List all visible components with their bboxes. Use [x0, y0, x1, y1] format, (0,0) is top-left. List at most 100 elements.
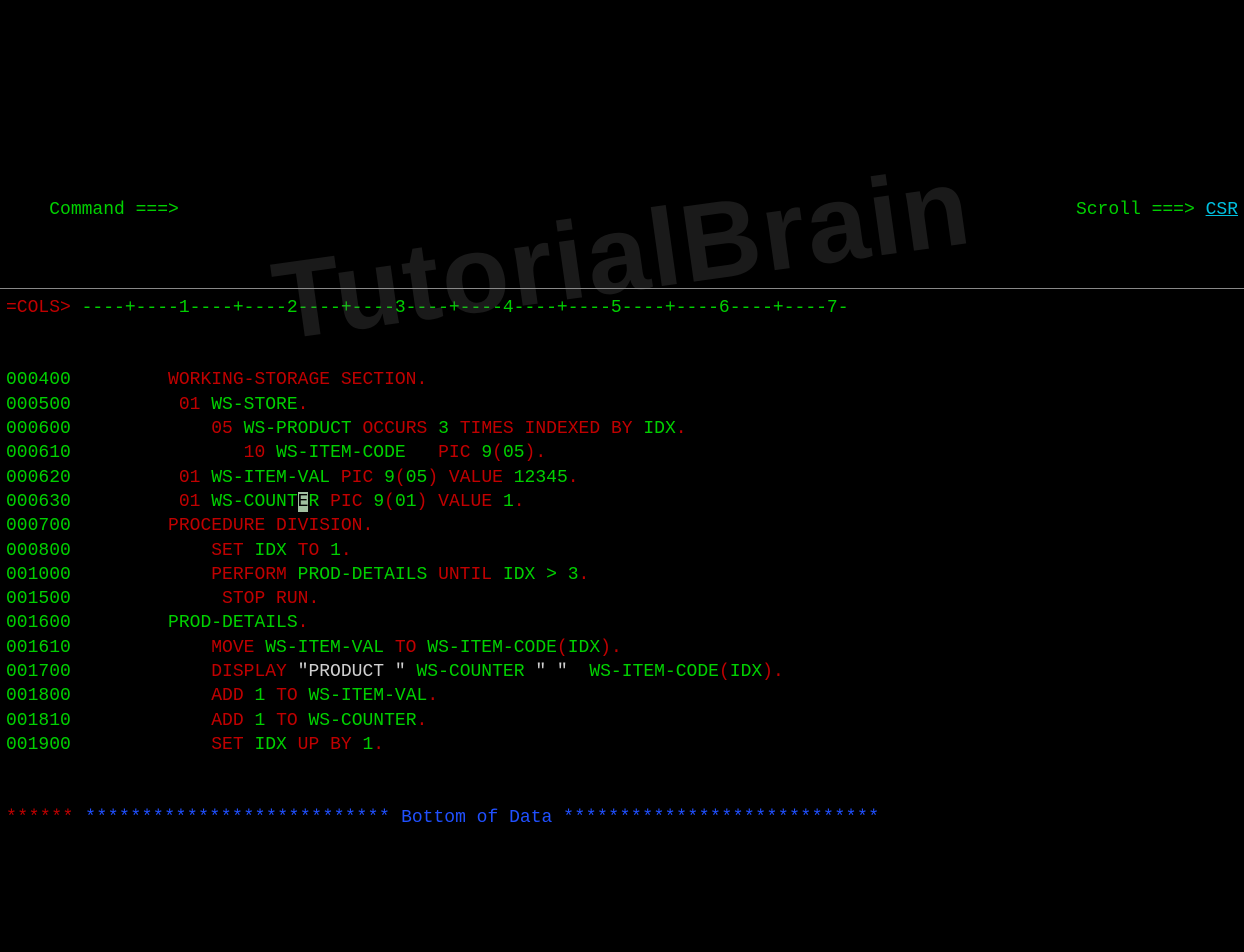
code-line[interactable]: 001610 MOVE WS-ITEM-VAL TO WS-ITEM-CODE(… [6, 636, 1238, 660]
line-number[interactable]: 001500 [6, 589, 71, 609]
code-token: 01 [92, 395, 211, 415]
command-label: Command ===> [49, 200, 179, 220]
stars-left: *************************** [74, 808, 390, 828]
code-token: . [568, 468, 579, 488]
scroll-value[interactable]: CSR [1206, 200, 1238, 220]
code-line[interactable]: 000620 01 WS-ITEM-VAL PIC 9(05) VALUE 12… [6, 466, 1238, 490]
line-number[interactable]: 001900 [6, 735, 71, 755]
code-token: 1 [254, 686, 265, 706]
code-token: TO [265, 686, 308, 706]
line-number[interactable]: 000600 [6, 419, 71, 439]
code-token: TO [384, 638, 427, 658]
code-token: UNTIL [427, 565, 503, 585]
code-token: WS-ITEM-CODE [568, 662, 719, 682]
code-token: 1 [330, 541, 341, 561]
code-line[interactable]: 000800 SET IDX TO 1. [6, 539, 1238, 563]
cols-ruler: ----+----1----+----2----+----3----+----4… [71, 298, 849, 318]
code-line[interactable]: 001500 STOP RUN. [6, 587, 1238, 611]
code-token: " " [535, 662, 567, 682]
code-token: WS-ITEM-CODE [427, 638, 557, 658]
code-token: SET [92, 735, 254, 755]
code-token: ADD [92, 711, 254, 731]
line-number[interactable]: 000610 [6, 443, 71, 463]
code-token: 01 [92, 468, 211, 488]
code-token: IDX [254, 541, 286, 561]
code-line[interactable]: 000630 01 WS-COUNTER PIC 9(01) VALUE 1. [6, 490, 1238, 514]
line-number[interactable]: 001800 [6, 686, 71, 706]
code-token: . [514, 492, 525, 512]
code-token: 05 [503, 443, 525, 463]
line-number[interactable]: 001000 [6, 565, 71, 585]
code-token: WS-ITEM-VAL [211, 468, 330, 488]
code-token: SET [92, 541, 254, 561]
code-token: WS-ITEM-VAL [265, 638, 384, 658]
line-number[interactable]: 000630 [6, 492, 71, 512]
code-token: . [341, 541, 352, 561]
code-token: 9 [373, 492, 384, 512]
line-number[interactable]: 000620 [6, 468, 71, 488]
code-line[interactable]: 001810 ADD 1 TO WS-COUNTER. [6, 709, 1238, 733]
line-number[interactable]: 000800 [6, 541, 71, 561]
line-number[interactable]: 000500 [6, 395, 71, 415]
code-token: PIC [406, 443, 482, 463]
code-line[interactable]: 001600 PROD-DETAILS. [6, 611, 1238, 635]
code-token: 9 [481, 443, 492, 463]
code-token: . [676, 419, 687, 439]
watermark-text: TutorialBrain [264, 132, 980, 377]
code-line[interactable]: 001700 DISPLAY "PRODUCT " WS-COUNTER " "… [6, 660, 1238, 684]
code-token: UP BY [287, 735, 363, 755]
code-token: WS-COUNT [211, 492, 297, 512]
code-token: 05 [406, 468, 428, 488]
code-token: IDX [254, 735, 286, 755]
line-number[interactable]: 000400 [6, 370, 71, 390]
code-token: ) VALUE [417, 492, 503, 512]
code-token: WS-STORE [211, 395, 297, 415]
code-token: "PRODUCT " [298, 662, 406, 682]
code-line[interactable]: 000700 PROCEDURE DIVISION. [6, 514, 1238, 538]
line-number[interactable]: 001700 [6, 662, 71, 682]
code-token: . [298, 613, 309, 633]
code-line[interactable]: 000400 WORKING-STORAGE SECTION. [6, 368, 1238, 392]
code-token: STOP RUN. [92, 589, 319, 609]
code-token: PROCEDURE DIVISION. [92, 516, 373, 536]
scroll-label: Scroll ===> [1076, 200, 1195, 220]
cols-ruler-row: =COLS> ----+----1----+----2----+----3---… [6, 296, 1238, 320]
code-token: 01 [92, 492, 211, 512]
horizontal-divider [0, 288, 1244, 289]
code-token: WS-ITEM-VAL [308, 686, 427, 706]
code-token: 01 [395, 492, 417, 512]
code-line[interactable]: 001900 SET IDX UP BY 1. [6, 733, 1238, 757]
code-token: ). [762, 662, 784, 682]
code-token: ( [719, 662, 730, 682]
code-line[interactable]: 000600 05 WS-PRODUCT OCCURS 3 TIMES INDE… [6, 417, 1238, 441]
code-line[interactable]: 000500 01 WS-STORE. [6, 393, 1238, 417]
code-token: WORKING-STORAGE SECTION. [92, 370, 427, 390]
code-token: . [417, 711, 428, 731]
cols-prefix: =COLS> [6, 298, 71, 318]
code-token: ADD [92, 686, 254, 706]
code-line[interactable]: 001000 PERFORM PROD-DETAILS UNTIL IDX > … [6, 563, 1238, 587]
code-token: PIC [330, 468, 384, 488]
code-token: 3 [438, 419, 449, 439]
code-token: WS-PRODUCT [244, 419, 352, 439]
command-line-row: Command ===> Scroll ===> CSR [6, 174, 1238, 247]
code-token: . [579, 565, 590, 585]
code-token: MOVE [92, 638, 265, 658]
code-token: 1 [362, 735, 373, 755]
code-area[interactable]: 000400 WORKING-STORAGE SECTION.000500 01… [6, 368, 1238, 757]
code-line[interactable]: 000610 10 WS-ITEM-CODE PIC 9(05). [6, 441, 1238, 465]
line-number[interactable]: 000700 [6, 516, 71, 536]
line-number[interactable]: 001610 [6, 638, 71, 658]
code-token: PIC [319, 492, 373, 512]
code-token: IDX [568, 638, 600, 658]
code-line[interactable]: 001800 ADD 1 TO WS-ITEM-VAL. [6, 684, 1238, 708]
line-number[interactable]: 001600 [6, 613, 71, 633]
code-token: TO [287, 541, 330, 561]
text-cursor: E [298, 492, 309, 512]
code-token: ( [492, 443, 503, 463]
stars-right: **************************** [563, 808, 879, 828]
command-input[interactable] [179, 198, 879, 222]
line-number[interactable]: 001810 [6, 711, 71, 731]
code-token: PROD-DETAILS [92, 613, 297, 633]
code-token: . [427, 686, 438, 706]
